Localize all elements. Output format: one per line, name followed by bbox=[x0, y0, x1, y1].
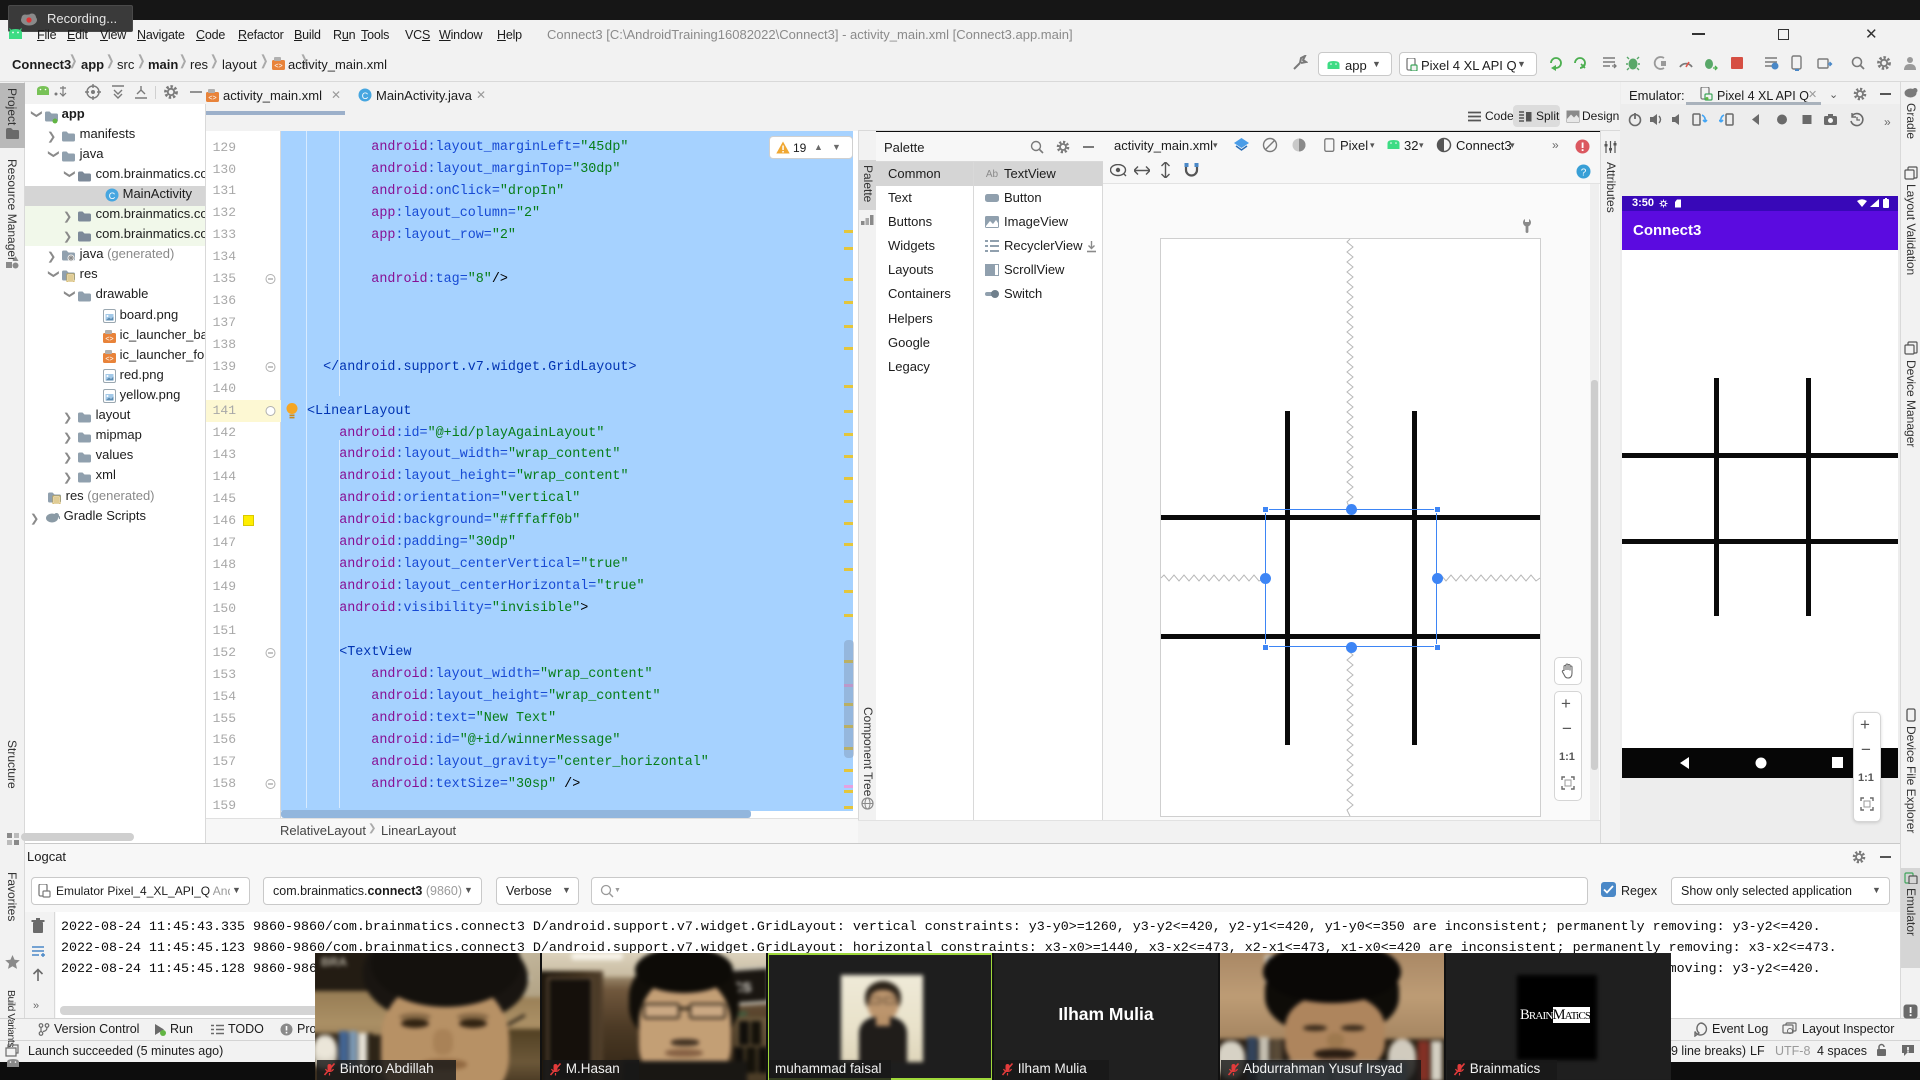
svg-text:<>: <> bbox=[105, 356, 113, 363]
svg-text:<>: <> bbox=[274, 63, 282, 70]
svg-text:C: C bbox=[362, 91, 369, 101]
svg-text:?: ? bbox=[1581, 168, 1587, 179]
svg-text:<>: <> bbox=[208, 95, 216, 102]
svg-text:C: C bbox=[109, 191, 116, 201]
svg-text:<>: <> bbox=[105, 336, 113, 343]
svg-text:Ab: Ab bbox=[986, 169, 999, 180]
